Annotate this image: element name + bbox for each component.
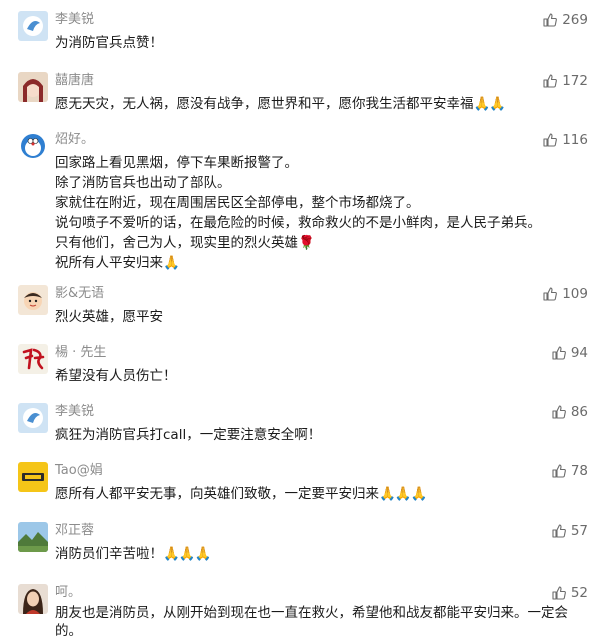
thumbs-up-icon [552, 586, 566, 600]
pray-emoji: 🙏 [163, 255, 180, 271]
thumbs-up-icon [543, 13, 558, 27]
comment-author[interactable]: 囍唐唐 [55, 72, 94, 90]
like-button[interactable]: 269 [542, 12, 588, 28]
rose-emoji: 🌹 [298, 235, 315, 251]
comment-line: 希望没有人员伤亡！ [55, 368, 177, 384]
avatar-blue-bird[interactable] [18, 11, 48, 41]
comment-line: 消防员们辛苦啦！🙏🙏🙏 [55, 544, 590, 564]
comment-author[interactable]: 楊 · 先生 [55, 344, 106, 362]
like-count: 172 [562, 73, 588, 89]
thumbs-up-icon [543, 133, 558, 147]
thumbs-up-icon [543, 287, 558, 301]
comment-line-text: 只有他们，舍己为人，现实里的烈火英雄 [55, 235, 298, 251]
like-count: 94 [570, 345, 588, 361]
thumbs-up-icon [543, 74, 558, 88]
comment-author[interactable]: 李美锐 [55, 403, 94, 421]
comment-author[interactable]: 影&无语 [55, 285, 104, 303]
comment-line-text: 愿无天灾，无人祸，愿没有战争，愿世界和平，愿你我生活都平安幸福 [55, 96, 474, 112]
like-count: 116 [562, 132, 588, 148]
comment-line: 说句喷子不爱听的话，在最危险的时候，救命救火的不是小鲜肉，是人民子弟兵。 [55, 215, 541, 231]
comment-line: 愿无天灾，无人祸，愿没有战争，愿世界和平，愿你我生活都平安幸福🙏🙏 [55, 94, 590, 114]
avatar-blue-bird[interactable] [18, 403, 48, 433]
avatar-anime-girl[interactable] [18, 72, 48, 102]
avatar-calligraphy-yang[interactable] [18, 344, 48, 374]
thumbs-up-icon [552, 464, 566, 478]
pray-emoji: 🙏🙏🙏 [379, 486, 427, 502]
like-count: 78 [570, 463, 588, 479]
comment-line-text: 愿所有人都平安无事，向英雄们致敬，一定要平安归来 [55, 486, 379, 502]
like-count: 52 [570, 585, 588, 601]
pray-emoji: 🙏🙏🙏 [163, 546, 211, 562]
like-button[interactable]: 52 [551, 585, 588, 601]
comment-line: 只有他们，舍己为人，现实里的烈火英雄🌹 [55, 233, 590, 253]
like-count: 269 [562, 12, 588, 28]
like-button[interactable]: 57 [551, 523, 588, 539]
like-button[interactable]: 86 [551, 404, 588, 420]
comment-text: 烈火英雄，愿平安 [55, 307, 590, 327]
avatar-doraemon[interactable] [18, 131, 48, 161]
comment-author[interactable]: Tao@娟 [55, 462, 103, 480]
comment-line-text: 祝所有人平安归来 [55, 255, 163, 271]
comment-text: 消防员们辛苦啦！🙏🙏🙏 [55, 544, 590, 564]
comment-text: 愿无天灾，无人祸，愿没有战争，愿世界和平，愿你我生活都平安幸福🙏🙏 [55, 94, 590, 114]
like-count: 86 [570, 404, 588, 420]
pray-emoji: 🙏🙏 [473, 96, 507, 112]
avatar-cartoon-boy[interactable] [18, 285, 48, 315]
comment-line: 烈火英雄，愿平安 [55, 309, 163, 325]
comment-line: 除了消防官兵也出动了部队。 [55, 175, 231, 191]
comment-text: 希望没有人员伤亡！ [55, 366, 590, 386]
comment-text: 疯狂为消防官兵打call，一定要注意安全啊！ [55, 425, 590, 445]
thumbs-up-icon [552, 346, 566, 360]
comment-line: 的。 [55, 623, 82, 639]
comment-text: 愿所有人都平安无事，向英雄们致敬，一定要平安归来🙏🙏🙏 [55, 484, 590, 504]
comment-text: 为消防官兵点赞！ [55, 33, 590, 53]
comment-author[interactable]: 李美锐 [55, 11, 94, 29]
like-button[interactable]: 172 [542, 73, 588, 89]
comment-author[interactable]: 邓正蓉 [55, 522, 94, 540]
avatar-landscape[interactable] [18, 522, 48, 552]
comment-text: 朋友也是消防员，从刚开始到现在也一直在救火，希望他和战友都能平安归来。一定会 的… [55, 604, 590, 640]
thumbs-up-icon [552, 405, 566, 419]
comment-line: 疯狂为消防官兵打call，一定要注意安全啊！ [55, 427, 322, 443]
like-count: 57 [570, 523, 588, 539]
avatar-woman-portrait[interactable] [18, 584, 48, 614]
comment-line: 朋友也是消防员，从刚开始到现在也一直在救火，希望他和战友都能平安归来。一定会 [55, 605, 568, 621]
comment-line: 祝所有人平安归来🙏 [55, 253, 590, 273]
comment-line: 为消防官兵点赞！ [55, 35, 163, 51]
like-button[interactable]: 116 [542, 132, 588, 148]
like-button[interactable]: 78 [551, 463, 588, 479]
comment-line: 家就住在附近，现在周围居民区全部停电，整个市场都烧了。 [55, 195, 420, 211]
like-button[interactable]: 94 [551, 345, 588, 361]
comment-line: 回家路上看见黑烟，停下车果断报警了。 [55, 155, 298, 171]
comment-line-text: 消防员们辛苦啦！ [55, 546, 163, 562]
thumbs-up-icon [552, 524, 566, 538]
comment-author[interactable]: 呵。 [55, 584, 81, 602]
avatar-yellow-badge[interactable] [18, 462, 48, 492]
like-count: 109 [562, 286, 588, 302]
comment-author[interactable]: 炤好。 [55, 131, 94, 149]
comment-text: 回家路上看见黑烟，停下车果断报警了。 除了消防官兵也出动了部队。 家就住在附近，… [55, 153, 590, 273]
like-button[interactable]: 109 [542, 286, 588, 302]
comment-line: 愿所有人都平安无事，向英雄们致敬，一定要平安归来🙏🙏🙏 [55, 484, 590, 504]
